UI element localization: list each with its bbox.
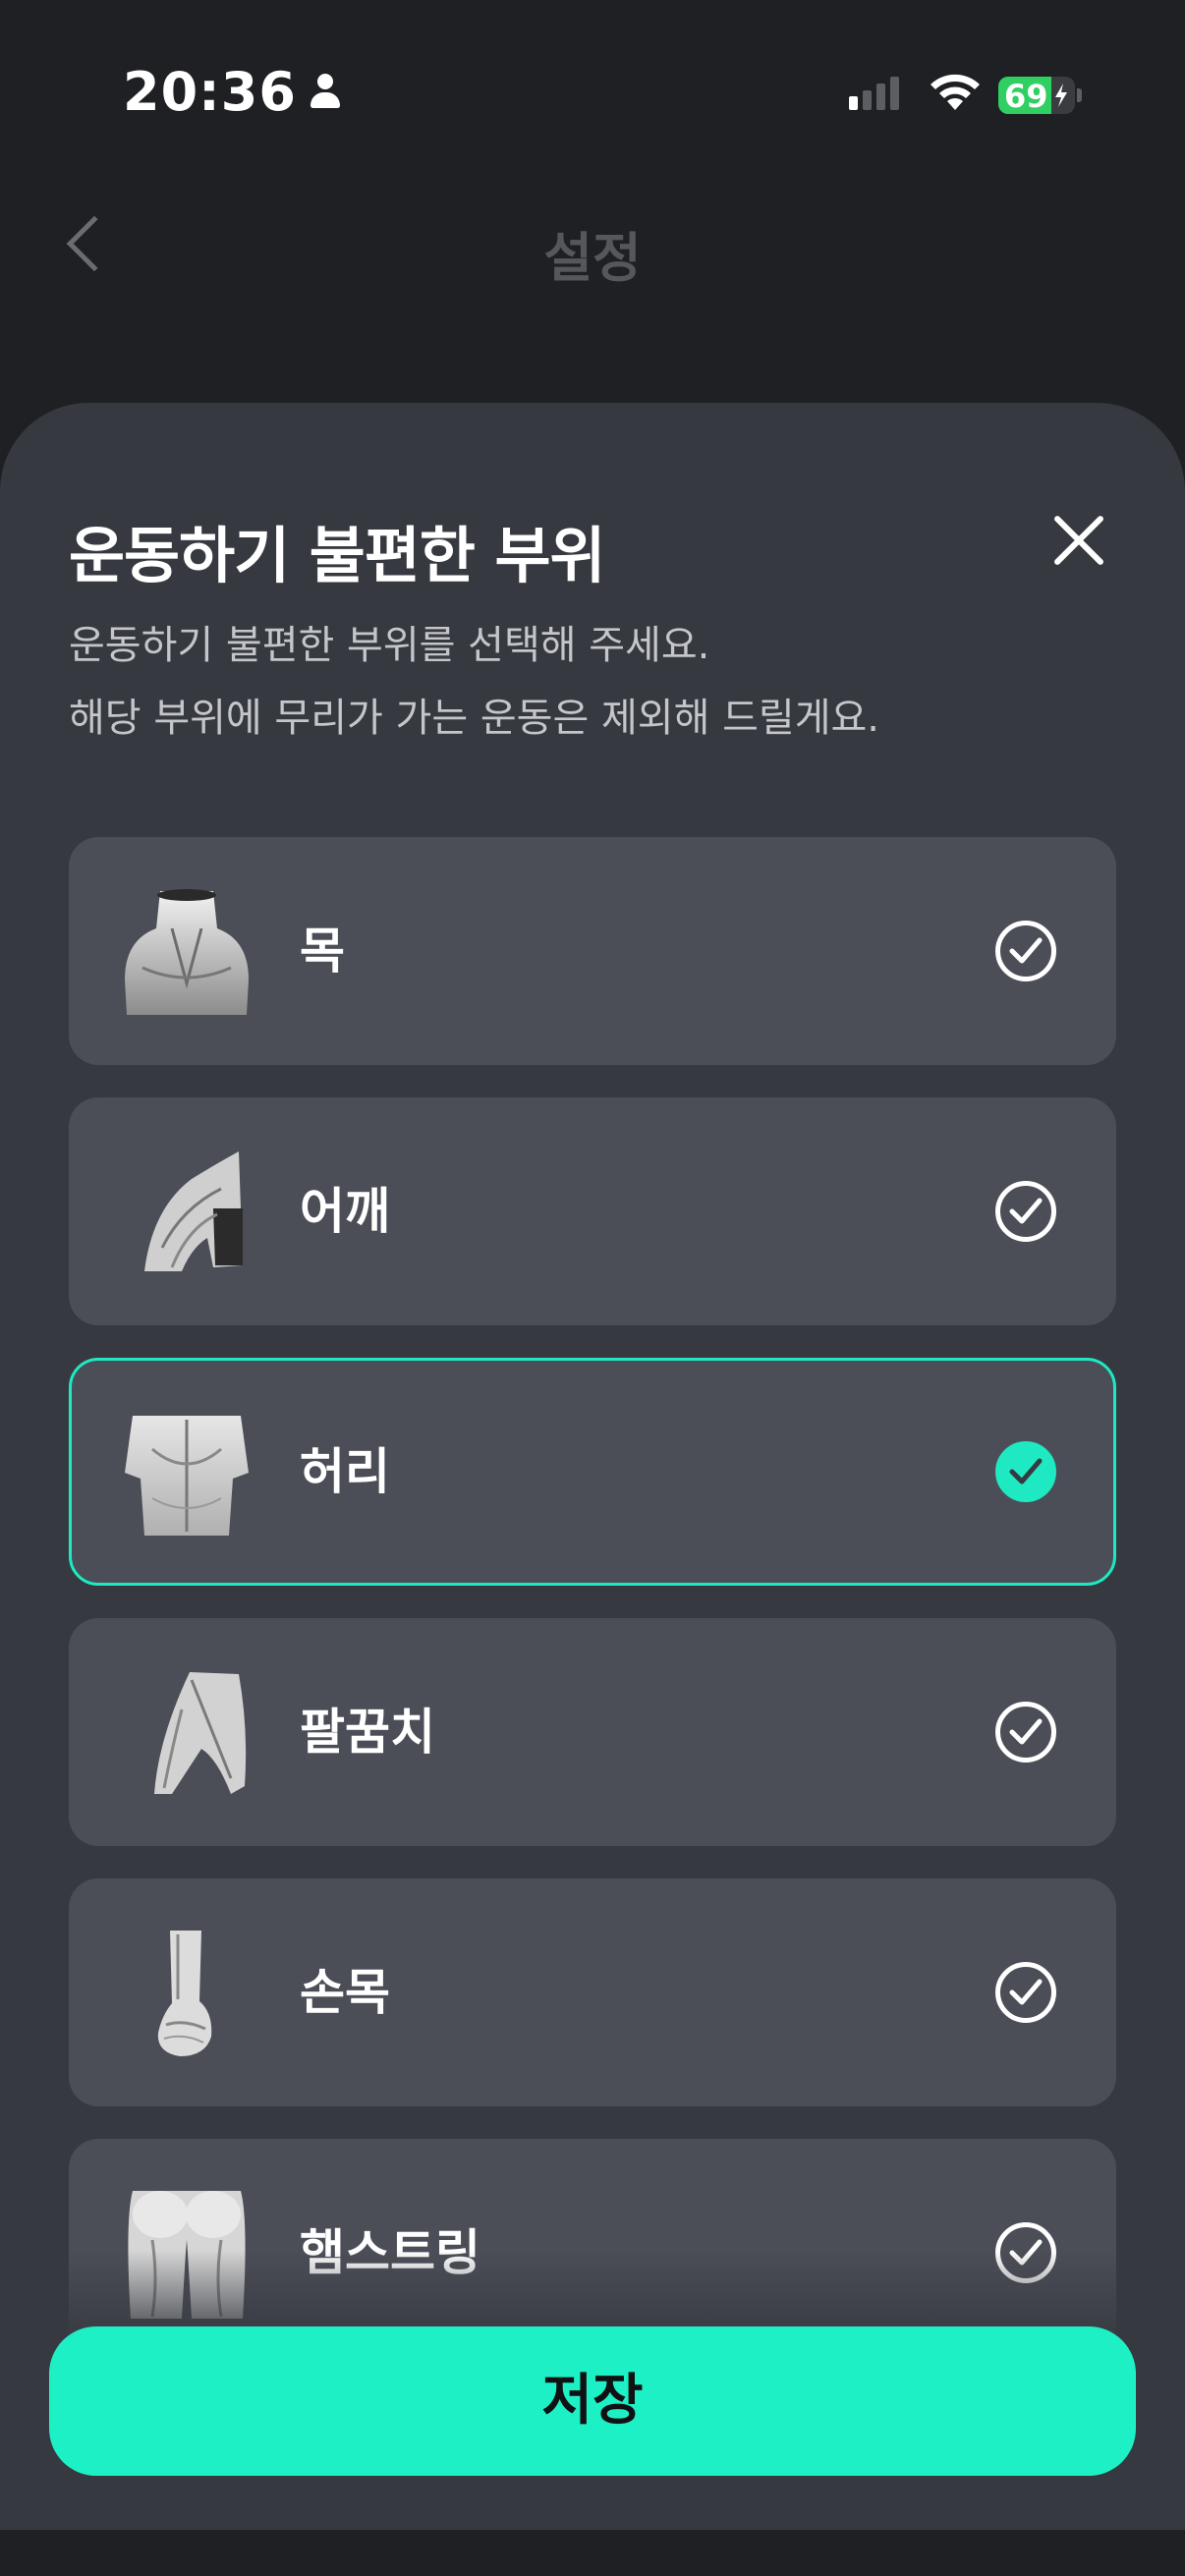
back-muscle-icon — [123, 1410, 251, 1538]
shoulder-muscle-icon — [123, 1149, 251, 1277]
elbow-muscle-icon — [123, 1670, 251, 1798]
body-part-item-elbow[interactable]: 팔꿈치 — [69, 1618, 1116, 1846]
cellular-signal-icon — [849, 77, 899, 110]
body-part-sheet: 운동하기 불편한 부위 운동하기 불편한 부위를 선택해 주세요. 해당 부위에… — [0, 403, 1185, 2530]
status-time: 20:36 — [123, 61, 342, 123]
charging-bolt-icon — [1055, 84, 1067, 107]
status-bar: 20:36 69 — [0, 0, 1185, 147]
body-part-label: 어깨 — [300, 1183, 390, 1240]
body-part-item-shoulder[interactable]: 어깨 — [69, 1097, 1116, 1325]
battery-cap — [1077, 88, 1082, 102]
description-line-1: 운동하기 불편한 부위를 선택해 주세요. — [69, 623, 710, 668]
body-part-item-lower-back[interactable]: 허리 — [69, 1358, 1116, 1586]
check-circle-icon[interactable] — [995, 1441, 1056, 1502]
sheet-title: 운동하기 불편한 부위 — [69, 520, 606, 591]
description-line-2: 해당 부위에 무리가 가는 운동은 제외해 드릴게요. — [69, 696, 880, 741]
wrist-muscle-icon — [123, 1931, 251, 2058]
close-icon[interactable] — [1049, 511, 1108, 570]
battery-icon: 69 — [998, 77, 1075, 114]
body-part-label: 목 — [300, 923, 345, 980]
check-circle-icon[interactable] — [995, 1702, 1056, 1763]
battery-level: 69 — [1004, 78, 1048, 114]
neck-muscle-icon — [123, 889, 251, 1017]
body-part-label: 팔꿈치 — [300, 1704, 435, 1761]
body-part-label: 허리 — [300, 1443, 390, 1500]
settings-header: 설정 — [0, 187, 1185, 305]
wifi-icon — [931, 74, 980, 110]
body-part-label: 손목 — [300, 1964, 390, 2021]
save-button[interactable]: 저장 — [49, 2326, 1136, 2476]
settings-title: 설정 — [543, 227, 642, 289]
body-part-item-wrist[interactable]: 손목 — [69, 1878, 1116, 2106]
sheet-description: 운동하기 불편한 부위를 선택해 주세요. 해당 부위에 무리가 가는 운동은 … — [69, 609, 879, 755]
check-circle-icon[interactable] — [995, 1181, 1056, 1242]
check-circle-icon[interactable] — [995, 1962, 1056, 2023]
person-icon — [309, 73, 342, 111]
body-part-item-neck[interactable]: 목 — [69, 837, 1116, 1065]
status-time-text: 20:36 — [123, 61, 297, 123]
check-circle-icon[interactable] — [995, 921, 1056, 981]
body-part-list: 목 어깨 허리 팔꿈치 손목 — [69, 837, 1116, 2399]
